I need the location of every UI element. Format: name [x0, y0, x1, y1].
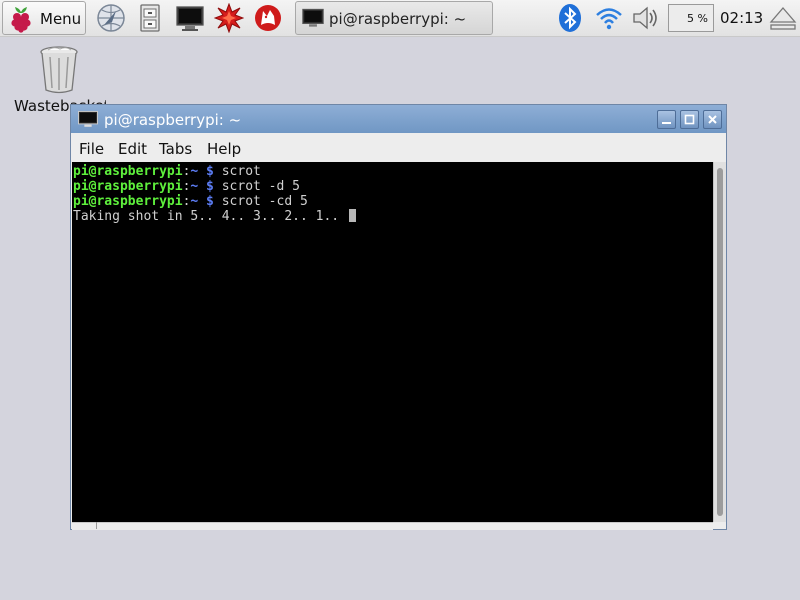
bluetooth-icon[interactable]: [557, 3, 583, 33]
cpu-usage-monitor[interactable]: 5 %: [668, 4, 714, 32]
menu-edit[interactable]: Edit: [118, 140, 147, 158]
close-button[interactable]: [703, 110, 722, 129]
prompt-symbol: $: [198, 194, 222, 209]
vertical-scrollbar[interactable]: [713, 162, 726, 522]
maximize-icon: [684, 114, 695, 125]
wifi-icon[interactable]: [594, 3, 624, 33]
command-text: scrot -d 5: [221, 179, 300, 194]
maximize-button[interactable]: [680, 110, 699, 129]
file-manager-icon[interactable]: [135, 3, 165, 33]
prompt-symbol: $: [198, 179, 222, 194]
close-icon: [708, 115, 717, 124]
command-output: Taking shot in 5.. 4.. 3.. 2.. 1..: [73, 209, 347, 224]
prompt-user: pi@raspberrypi: [73, 194, 183, 209]
menu-help[interactable]: Help: [207, 140, 241, 158]
window-titlebar[interactable]: pi@raspberrypi: ~: [71, 105, 726, 133]
trash-icon[interactable]: [38, 44, 80, 94]
terminal-icon: [78, 110, 98, 127]
text-cursor: [348, 209, 356, 222]
clock[interactable]: 02:13: [720, 9, 763, 27]
terminal-line: pi@raspberrypi:~ $ scrot -cd 5: [73, 194, 713, 209]
menu-label: Menu: [40, 10, 82, 28]
taskbar-window-title: pi@raspberrypi: ~: [329, 10, 467, 28]
wolfram-icon[interactable]: [253, 3, 283, 33]
prompt-user: pi@raspberrypi: [73, 164, 183, 179]
horizontal-scroll-track: [72, 522, 713, 530]
scrollbar-thumb[interactable]: [717, 168, 723, 516]
menu-tabs[interactable]: Tabs: [159, 140, 192, 158]
prompt-user: pi@raspberrypi: [73, 179, 183, 194]
volume-icon[interactable]: [630, 3, 660, 33]
terminal-line: pi@raspberrypi:~ $ scrot -d 5: [73, 179, 713, 194]
mathematica-icon[interactable]: [214, 3, 244, 33]
terminal-icon: [302, 8, 324, 27]
terminal-line: pi@raspberrypi:~ $ scrot: [73, 164, 713, 179]
minimize-icon: [662, 122, 671, 124]
window-menubar: File Edit Tabs Help: [71, 135, 726, 161]
terminal-line: Taking shot in 5.. 4.. 3.. 2.. 1..: [73, 209, 713, 224]
command-text: scrot: [221, 164, 261, 179]
eject-icon[interactable]: [768, 3, 798, 33]
top-panel: Menu pi@raspberrypi: ~ 5 % 02:13: [0, 0, 800, 37]
menu-file[interactable]: File: [79, 140, 104, 158]
window-title: pi@raspberrypi: ~: [104, 111, 242, 129]
taskbar-terminal-button[interactable]: pi@raspberrypi: ~: [295, 1, 493, 35]
command-text: scrot -cd 5: [221, 194, 308, 209]
menu-button[interactable]: Menu: [2, 1, 86, 35]
terminal-window: pi@raspberrypi: ~ File Edit Tabs Help pi…: [70, 104, 727, 530]
terminal-icon[interactable]: [175, 3, 205, 33]
minimize-button[interactable]: [657, 110, 676, 129]
resize-divider: [96, 522, 97, 529]
raspberry-icon: [11, 7, 31, 33]
prompt-symbol: $: [198, 164, 222, 179]
terminal-output[interactable]: pi@raspberrypi:~ $ scrot pi@raspberrypi:…: [72, 162, 713, 522]
web-browser-icon[interactable]: [96, 3, 126, 33]
